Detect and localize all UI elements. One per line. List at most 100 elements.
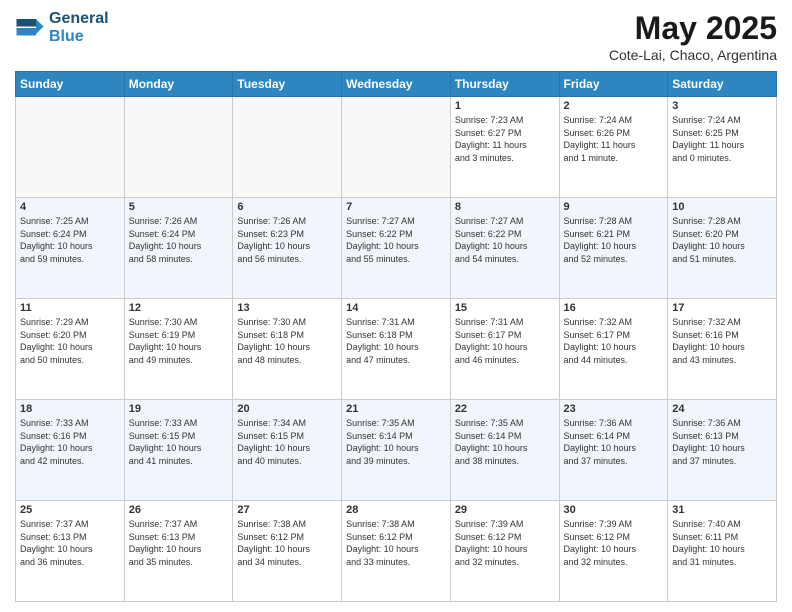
calendar-day-8: 8 Sunrise: 7:27 AM Sunset: 6:22 PM Daylig… [450, 198, 559, 299]
calendar-day-4: 4Sunrise: 7:25 AM Sunset: 6:24 PM Daylig… [16, 198, 125, 299]
day-number: 27 [237, 504, 337, 516]
calendar-day-6: 6 Sunrise: 7:26 AM Sunset: 6:23 PM Daylig… [233, 198, 342, 299]
day-info: Sunrise: 7:33 AM Sunset: 6:16 PM Dayligh… [20, 417, 120, 467]
day-info: Sunrise: 7:26 AM Sunset: 6:24 PM Dayligh… [129, 215, 229, 265]
calendar-day-9: 9 Sunrise: 7:28 AM Sunset: 6:21 PM Daylig… [559, 198, 668, 299]
calendar-day-13: 13 Sunrise: 7:30 AM Sunset: 6:18 PM Dayli… [233, 299, 342, 400]
day-info: Sunrise: 7:38 AM Sunset: 6:12 PM Dayligh… [346, 518, 446, 568]
month-title: May 2025 [609, 10, 777, 47]
day-number: 28 [346, 504, 446, 516]
calendar-day-7: 7Sunrise: 7:27 AM Sunset: 6:22 PM Daylig… [342, 198, 451, 299]
day-number: 9 [564, 201, 664, 213]
day-info: Sunrise: 7:27 AM Sunset: 6:22 PM Dayligh… [346, 215, 446, 265]
calendar-day-25: 25Sunrise: 7:37 AM Sunset: 6:13 PM Dayli… [16, 501, 125, 602]
day-number: 20 [237, 403, 337, 415]
calendar-week-2: 4Sunrise: 7:25 AM Sunset: 6:24 PM Daylig… [16, 198, 777, 299]
day-info: Sunrise: 7:31 AM Sunset: 6:17 PM Dayligh… [455, 316, 555, 366]
calendar-day-26: 26 Sunrise: 7:37 AM Sunset: 6:13 PM Dayli… [124, 501, 233, 602]
day-number: 18 [20, 403, 120, 415]
day-info: Sunrise: 7:29 AM Sunset: 6:20 PM Dayligh… [20, 316, 120, 366]
day-info: Sunrise: 7:38 AM Sunset: 6:12 PM Dayligh… [237, 518, 337, 568]
logo-line1: General [49, 10, 109, 28]
calendar-day-27: 27 Sunrise: 7:38 AM Sunset: 6:12 PM Dayli… [233, 501, 342, 602]
column-header-friday: Friday [559, 72, 668, 97]
day-info: Sunrise: 7:28 AM Sunset: 6:20 PM Dayligh… [672, 215, 772, 265]
day-number: 16 [564, 302, 664, 314]
column-header-wednesday: Wednesday [342, 72, 451, 97]
calendar-day-19: 19 Sunrise: 7:33 AM Sunset: 6:15 PM Dayli… [124, 400, 233, 501]
day-info: Sunrise: 7:27 AM Sunset: 6:22 PM Dayligh… [455, 215, 555, 265]
calendar-day-5: 5 Sunrise: 7:26 AM Sunset: 6:24 PM Daylig… [124, 198, 233, 299]
day-number: 4 [20, 201, 120, 213]
day-number: 19 [129, 403, 229, 415]
day-number: 8 [455, 201, 555, 213]
day-number: 13 [237, 302, 337, 314]
day-info: Sunrise: 7:30 AM Sunset: 6:18 PM Dayligh… [237, 316, 337, 366]
calendar-week-4: 18 Sunrise: 7:33 AM Sunset: 6:16 PM Dayli… [16, 400, 777, 501]
calendar-day-17: 17 Sunrise: 7:32 AM Sunset: 6:16 PM Dayli… [668, 299, 777, 400]
day-number: 21 [346, 403, 446, 415]
day-info: Sunrise: 7:36 AM Sunset: 6:14 PM Dayligh… [564, 417, 664, 467]
logo-icon [15, 13, 45, 43]
day-number: 10 [672, 201, 772, 213]
calendar-day-3: 3 Sunrise: 7:24 AM Sunset: 6:25 PM Daylig… [668, 97, 777, 198]
calendar-day-1: 1 Sunrise: 7:23 AM Sunset: 6:27 PM Daylig… [450, 97, 559, 198]
calendar-day-15: 15 Sunrise: 7:31 AM Sunset: 6:17 PM Dayli… [450, 299, 559, 400]
day-info: Sunrise: 7:34 AM Sunset: 6:15 PM Dayligh… [237, 417, 337, 467]
day-number: 17 [672, 302, 772, 314]
empty-cell [342, 97, 451, 198]
day-number: 12 [129, 302, 229, 314]
day-number: 1 [455, 100, 555, 112]
day-info: Sunrise: 7:40 AM Sunset: 6:11 PM Dayligh… [672, 518, 772, 568]
day-number: 11 [20, 302, 120, 314]
day-info: Sunrise: 7:24 AM Sunset: 6:26 PM Dayligh… [564, 114, 664, 164]
calendar-header-row: SundayMondayTuesdayWednesdayThursdayFrid… [16, 72, 777, 97]
calendar-table: SundayMondayTuesdayWednesdayThursdayFrid… [15, 71, 777, 602]
day-number: 6 [237, 201, 337, 213]
column-header-tuesday: Tuesday [233, 72, 342, 97]
title-section: May 2025 Cote-Lai, Chaco, Argentina [609, 10, 777, 63]
calendar-day-22: 22Sunrise: 7:35 AM Sunset: 6:14 PM Dayli… [450, 400, 559, 501]
day-number: 15 [455, 302, 555, 314]
calendar-day-23: 23Sunrise: 7:36 AM Sunset: 6:14 PM Dayli… [559, 400, 668, 501]
day-info: Sunrise: 7:23 AM Sunset: 6:27 PM Dayligh… [455, 114, 555, 164]
day-info: Sunrise: 7:37 AM Sunset: 6:13 PM Dayligh… [129, 518, 229, 568]
calendar-day-29: 29 Sunrise: 7:39 AM Sunset: 6:12 PM Dayli… [450, 501, 559, 602]
day-number: 31 [672, 504, 772, 516]
day-number: 26 [129, 504, 229, 516]
day-info: Sunrise: 7:35 AM Sunset: 6:14 PM Dayligh… [455, 417, 555, 467]
day-info: Sunrise: 7:31 AM Sunset: 6:18 PM Dayligh… [346, 316, 446, 366]
day-info: Sunrise: 7:24 AM Sunset: 6:25 PM Dayligh… [672, 114, 772, 164]
empty-cell [16, 97, 125, 198]
calendar-day-20: 20 Sunrise: 7:34 AM Sunset: 6:15 PM Dayli… [233, 400, 342, 501]
calendar-day-2: 2 Sunrise: 7:24 AM Sunset: 6:26 PM Daylig… [559, 97, 668, 198]
calendar-day-14: 14 Sunrise: 7:31 AM Sunset: 6:18 PM Dayli… [342, 299, 451, 400]
day-info: Sunrise: 7:28 AM Sunset: 6:21 PM Dayligh… [564, 215, 664, 265]
day-number: 30 [564, 504, 664, 516]
calendar-week-1: 1 Sunrise: 7:23 AM Sunset: 6:27 PM Daylig… [16, 97, 777, 198]
empty-cell [124, 97, 233, 198]
day-number: 3 [672, 100, 772, 112]
empty-cell [233, 97, 342, 198]
header: General Blue May 2025 Cote-Lai, Chaco, A… [15, 10, 777, 63]
day-number: 5 [129, 201, 229, 213]
day-info: Sunrise: 7:35 AM Sunset: 6:14 PM Dayligh… [346, 417, 446, 467]
page: General Blue May 2025 Cote-Lai, Chaco, A… [0, 0, 792, 612]
day-info: Sunrise: 7:30 AM Sunset: 6:19 PM Dayligh… [129, 316, 229, 366]
day-number: 29 [455, 504, 555, 516]
column-header-sunday: Sunday [16, 72, 125, 97]
day-number: 14 [346, 302, 446, 314]
calendar-day-16: 16Sunrise: 7:32 AM Sunset: 6:17 PM Dayli… [559, 299, 668, 400]
calendar-day-11: 11 Sunrise: 7:29 AM Sunset: 6:20 PM Dayli… [16, 299, 125, 400]
column-header-monday: Monday [124, 72, 233, 97]
calendar-day-28: 28 Sunrise: 7:38 AM Sunset: 6:12 PM Dayli… [342, 501, 451, 602]
day-number: 2 [564, 100, 664, 112]
calendar-day-12: 12 Sunrise: 7:30 AM Sunset: 6:19 PM Dayli… [124, 299, 233, 400]
calendar-day-30: 30Sunrise: 7:39 AM Sunset: 6:12 PM Dayli… [559, 501, 668, 602]
day-info: Sunrise: 7:39 AM Sunset: 6:12 PM Dayligh… [455, 518, 555, 568]
day-info: Sunrise: 7:33 AM Sunset: 6:15 PM Dayligh… [129, 417, 229, 467]
location: Cote-Lai, Chaco, Argentina [609, 47, 777, 63]
day-info: Sunrise: 7:26 AM Sunset: 6:23 PM Dayligh… [237, 215, 337, 265]
logo-line2: Blue [49, 28, 109, 46]
day-info: Sunrise: 7:32 AM Sunset: 6:16 PM Dayligh… [672, 316, 772, 366]
